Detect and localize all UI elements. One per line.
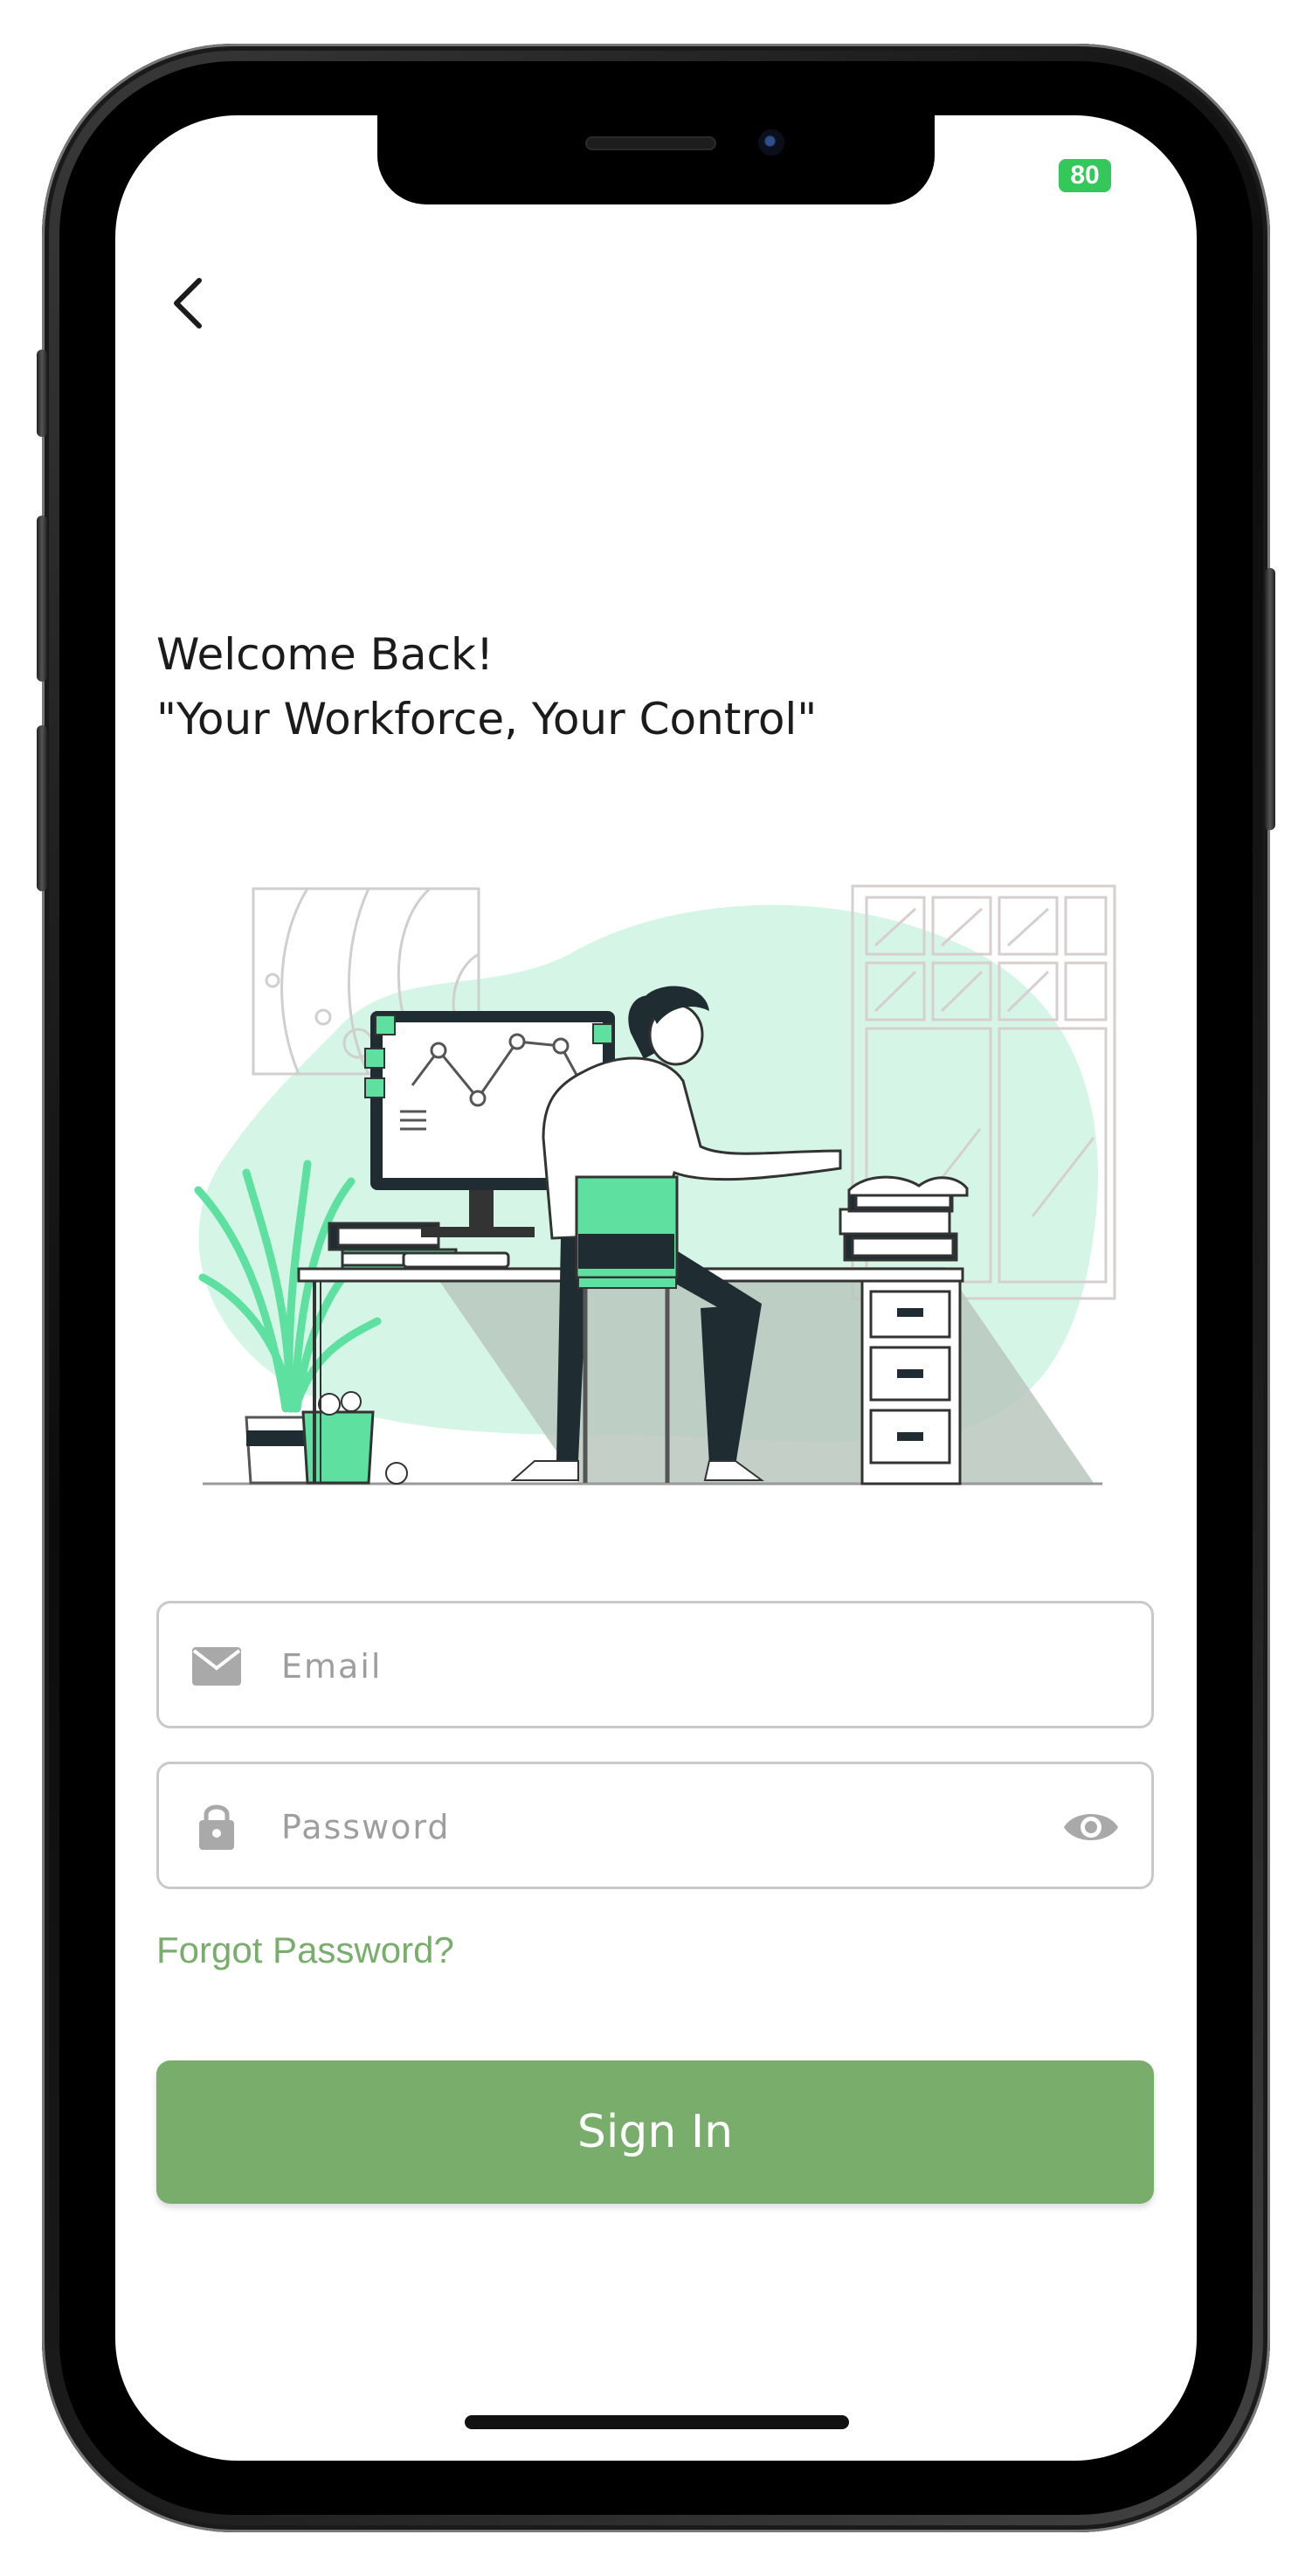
notch [377, 115, 935, 204]
earpiece-speaker [585, 136, 716, 150]
welcome-heading: Welcome Back! "Your Workforce, Your Cont… [156, 622, 817, 751]
welcome-title: Welcome Back! [156, 629, 494, 680]
email-placeholder: Email [281, 1647, 383, 1686]
eye-icon[interactable] [1060, 1803, 1122, 1852]
workspace-illustration [194, 884, 1116, 1485]
sign-in-button[interactable]: Sign In [156, 2060, 1154, 2204]
back-button[interactable] [159, 268, 220, 338]
password-field[interactable]: Password [156, 1762, 1154, 1889]
battery-indicator: 80 [1059, 159, 1111, 192]
front-camera [758, 129, 784, 156]
chevron-left-icon [174, 278, 202, 329]
silent-switch [37, 350, 47, 437]
volume-down-button [37, 725, 47, 891]
home-indicator[interactable] [465, 2415, 849, 2429]
email-field[interactable]: Email [156, 1601, 1154, 1728]
volume-up-button [37, 516, 47, 682]
mail-icon [192, 1647, 241, 1686]
forgot-password-link[interactable]: Forgot Password? [156, 1929, 454, 1971]
power-button [1265, 568, 1275, 830]
app-screen: 80 Welcome Back! "Your Workforce, Your C… [115, 115, 1197, 2461]
password-placeholder: Password [281, 1808, 451, 1846]
lock-icon [199, 1804, 234, 1850]
welcome-tagline: "Your Workforce, Your Control" [156, 694, 818, 744]
